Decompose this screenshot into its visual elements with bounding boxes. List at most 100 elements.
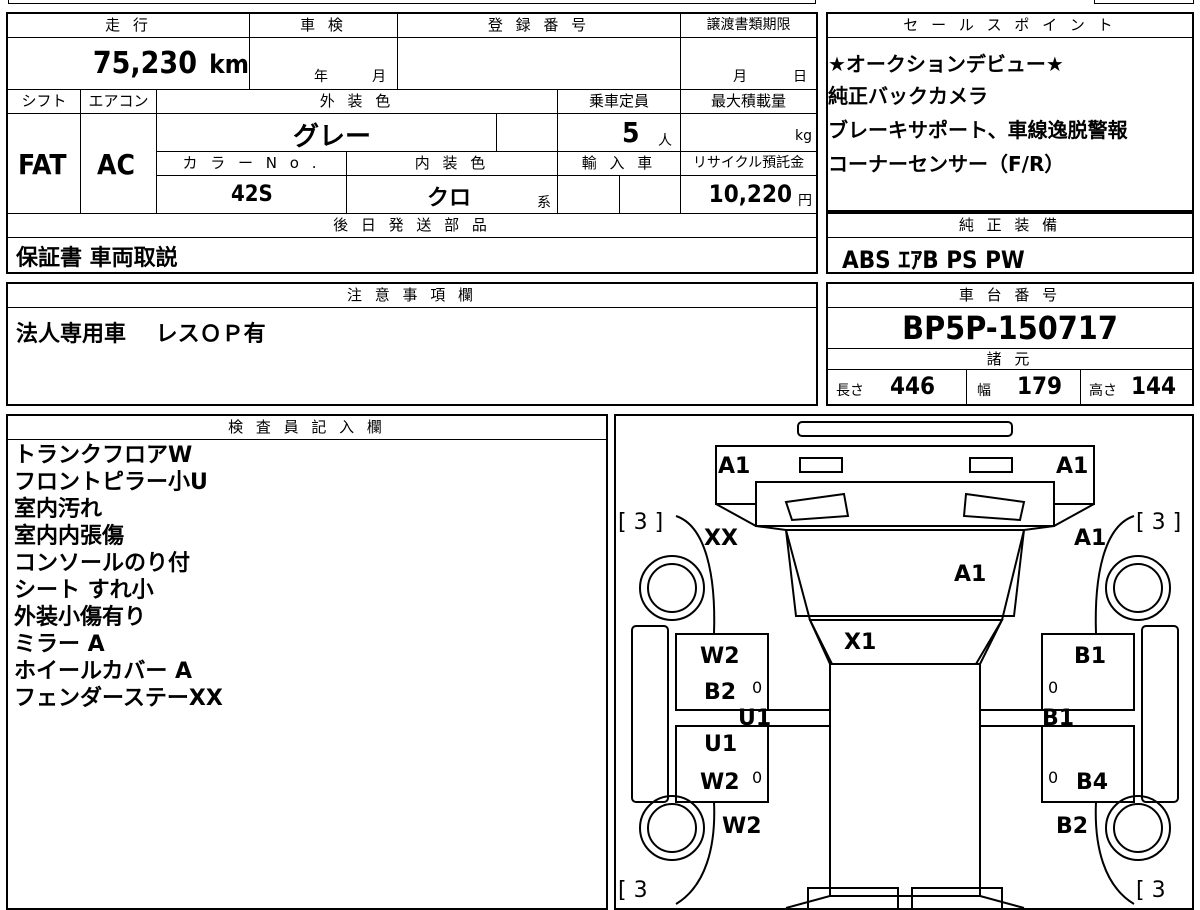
label-tire-fr: [ 3 ] [1136,510,1182,535]
interior-color-value: クロ [427,186,472,211]
sales-points-header: セ ー ル ス ポ イ ン ト [828,14,1192,38]
length-label: 長さ [836,383,864,399]
length-value: 446 [890,372,936,400]
sales-points-line-3: ブレーキサポート、車線逸脱警報 [828,118,1128,142]
inspection-cell: 年 月 [249,38,397,90]
label-b4-right: B4 [1076,770,1109,795]
recycle-fee-cell: 10,220 円 [680,176,816,214]
tire-front-left-inner [647,563,697,613]
recycle-fee-unit: 円 [798,193,812,209]
registration-cell [397,38,680,90]
import-cell-a [557,176,619,214]
color-no-cell: 42S [156,176,346,214]
front-window-shape [808,619,1004,665]
header-max-load: 最大積載量 [680,90,816,114]
notes-box: 注 意 事 項 欄 法人専用車 レスＯＰ有 [6,282,818,406]
header-exterior-color: 外 装 色 [156,90,557,114]
label-a1-top-left: A1 [718,454,751,479]
label-a1-right: A1 [1074,526,1107,551]
inspector-line-2: フロントピラー小U [14,470,208,495]
top-strip-right [1094,0,1194,4]
front-end-shape [715,445,1095,505]
header-interior-color: 内 装 色 [346,152,557,176]
notes-header: 注 意 事 項 欄 [8,284,816,308]
header-import: 輸 入 車 [557,152,680,176]
label-b2-left: B2 [704,680,737,705]
top-strip [8,0,816,4]
label-zero-4: 0 [1048,768,1059,787]
label-w2-left-rear: W2 [700,770,740,795]
label-tire-rr: [ 3 [1136,878,1166,903]
header-later-parts: 後 日 発 送 部 品 [8,214,816,238]
label-w2-left-front: W2 [700,644,740,669]
inspector-line-5: コンソールのり付 [14,551,191,576]
header-transfer-deadline: 譲渡書類期限 [680,14,816,38]
sales-points-line-4: コーナーセンサー（F/R） [828,152,1065,176]
right-body-outline [979,503,1095,908]
transfer-day-unit: 日 [793,69,807,85]
label-u1-left: U1 [738,706,772,731]
inspector-line-8: ミラー A [14,632,105,657]
equipment-value: ABS ｴｱB PS PW [842,246,1025,274]
width-label: 幅 [977,383,991,399]
chassis-value: BP5P-150717 [902,309,1118,347]
chassis-header: 車 台 番 号 [828,284,1192,308]
tire-rear-left-inner [647,803,697,853]
import-cell-b [619,176,680,214]
label-tire-fl: [ 3 ] [618,510,664,535]
label-zero-3: 0 [752,768,763,787]
sales-points-line-1: ★オークションデビュー★ [828,52,1064,76]
max-load-cell: kg [680,114,816,152]
later-parts-value: 保証書 車両取説 [16,246,178,270]
aircon-cell: AC [80,114,156,214]
inspector-line-6: シート すれ小 [14,578,154,603]
mileage-cell: 75,230 km [8,38,249,90]
label-u1-left-lower: U1 [704,732,738,757]
specs-header: 諸 元 [828,348,1192,370]
inspector-header: 検 査 員 記 入 欄 [8,416,606,440]
inspector-line-3: 室内汚れ [14,497,103,522]
capacity-cell: 5 人 [557,114,680,152]
height-value: 144 [1131,372,1177,400]
mileage-value: 75,230 [92,46,197,81]
label-x1: X1 [844,630,877,655]
header-aircon: エアコン [80,90,156,114]
tire-rear-right-shape [1105,795,1171,861]
length-cell: 長さ 446 [828,370,966,406]
label-w2-left-bottom: W2 [722,814,762,839]
header-color-no: カ ラ ー N o . [156,152,346,176]
exterior-color-value: グレー [293,122,372,152]
left-rear-fender-shape [675,801,716,905]
shift-cell: FAT [8,114,80,214]
inspector-line-7: 外装小傷有り [14,605,147,630]
header-capacity: 乗車定員 [557,90,680,114]
right-fog-shape [962,492,1026,522]
tire-front-left-shape [639,555,705,621]
transfer-month-unit: 月 [733,69,747,85]
mileage-unit: km [209,50,249,80]
inspector-box: 検 査 員 記 入 欄 トランクフロアW フロントピラー小U 室内汚れ 室内内張… [6,414,608,910]
inspector-line-1: トランクフロアW [14,443,193,468]
width-cell: 幅 179 [966,370,1080,406]
label-b1-right-mid: B1 [1042,706,1075,731]
aircon-value: AC [97,148,135,181]
header-registration: 登 録 番 号 [397,14,680,38]
height-label: 高さ [1089,383,1117,399]
recycle-fee-value: 10,220 [708,180,792,208]
right-rear-fender-shape [1094,801,1135,905]
inspector-line-4: 室内内張傷 [14,524,125,549]
exterior-color-extra-cell [496,114,557,152]
label-zero-1: 0 [752,678,763,697]
front-bumper-shape [797,421,1013,437]
shift-value: FAT [18,148,67,181]
left-fog-shape [784,492,850,522]
capacity-value: 5 [622,116,640,149]
right-side-panel-shape [1141,625,1179,803]
interior-color-cell: クロ 系 [346,176,557,214]
header-recycle-fee: リサイクル預託金 [680,152,816,176]
vehicle-info-table: 走 行 車 検 登 録 番 号 譲渡書類期限 75,230 km 年 月 月 日… [6,12,818,274]
damage-diagram-box: A1 A1 [ 3 ] [ 3 ] XX A1 A1 X1 W2 B1 B2 0… [614,414,1194,910]
right-headlight-shape [969,457,1013,473]
tire-rear-left-shape [639,795,705,861]
color-no-value: 42S [231,182,273,207]
